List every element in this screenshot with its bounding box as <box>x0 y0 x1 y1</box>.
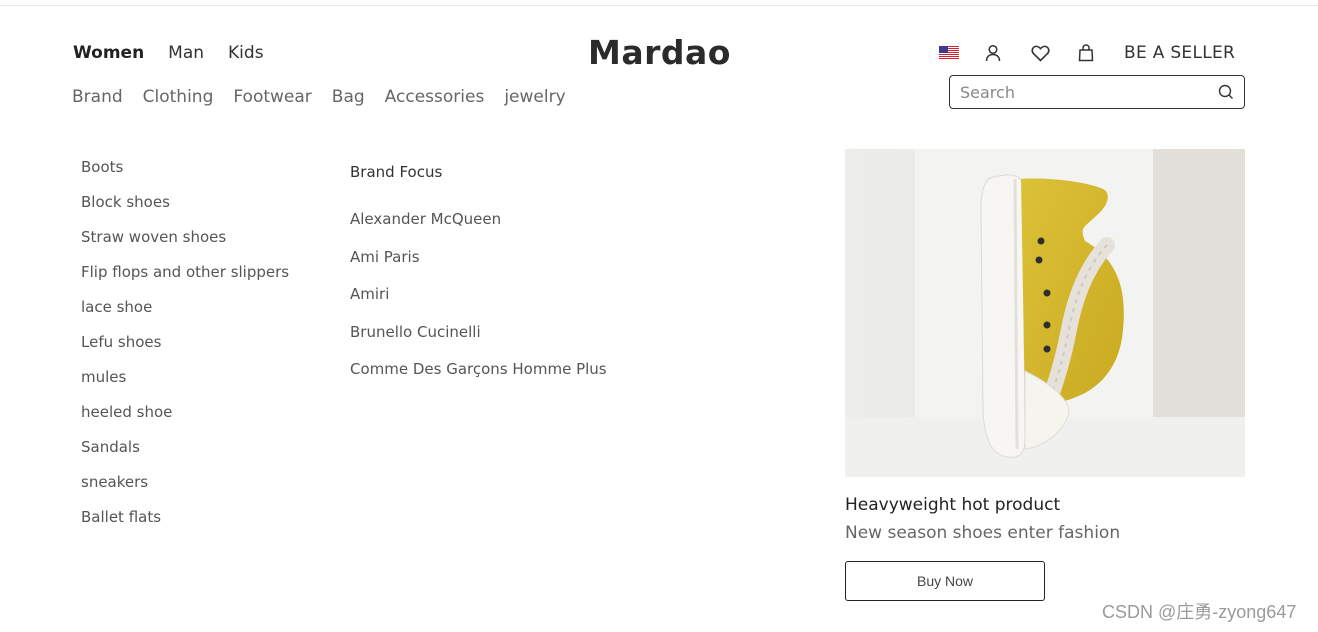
heart-icon[interactable] <box>1030 42 1050 64</box>
nav-bag[interactable]: Bag <box>332 86 365 108</box>
list-item-ballet-flats[interactable]: Ballet flats <box>81 506 289 541</box>
us-flag-icon[interactable] <box>939 46 959 59</box>
list-item-mules[interactable]: mules <box>81 366 289 401</box>
footwear-type-list: Boots Block shoes Straw woven shoes Flip… <box>81 156 289 541</box>
search-icon[interactable] <box>1218 84 1234 100</box>
brand-item-ami-paris[interactable]: Ami Paris <box>350 246 607 284</box>
search-input[interactable] <box>960 80 1210 104</box>
brand-item-alexander-mcqueen[interactable]: Alexander McQueen <box>350 208 607 246</box>
gender-nav: Women Man Kids <box>73 42 264 64</box>
list-item-flip-flops[interactable]: Flip flops and other slippers <box>81 261 289 296</box>
nav-jewelry[interactable]: jewelry <box>504 86 565 108</box>
promo-title: Heavyweight hot product <box>845 495 1061 515</box>
tab-kids[interactable]: Kids <box>228 42 264 64</box>
search-box <box>949 75 1245 109</box>
list-item-heeled-shoe[interactable]: heeled shoe <box>81 401 289 436</box>
nav-accessories[interactable]: Accessories <box>385 86 485 108</box>
nav-brand[interactable]: Brand <box>72 86 123 108</box>
list-item-straw-woven-shoes[interactable]: Straw woven shoes <box>81 226 289 261</box>
brand-focus-heading: Brand Focus <box>350 163 443 181</box>
nav-clothing[interactable]: Clothing <box>143 86 214 108</box>
be-a-seller-link[interactable]: BE A SELLER <box>1124 42 1235 64</box>
brand-focus-list: Brand Focus Alexander McQueen Ami Paris … <box>350 161 607 396</box>
promo-subtitle: New season shoes enter fashion <box>845 523 1121 543</box>
list-item-sneakers[interactable]: sneakers <box>81 471 289 506</box>
list-item-block-shoes[interactable]: Block shoes <box>81 191 289 226</box>
promo-image[interactable] <box>845 149 1245 477</box>
list-item-sandals[interactable]: Sandals <box>81 436 289 471</box>
top-divider <box>0 5 1318 6</box>
watermark: CSDN @庄勇-zyong647 <box>1102 602 1297 622</box>
brand-item-brunello-cucinelli[interactable]: Brunello Cucinelli <box>350 321 607 359</box>
buy-now-button[interactable]: Buy Now <box>845 561 1045 601</box>
nav-footwear[interactable]: Footwear <box>233 86 311 108</box>
shopping-bag-icon[interactable] <box>1076 42 1096 64</box>
tab-man[interactable]: Man <box>168 42 204 64</box>
list-item-boots[interactable]: Boots <box>81 156 289 191</box>
brand-item-comme-des-garcons[interactable]: Comme Des Garçons Homme Plus <box>350 358 607 396</box>
category-nav: Brand Clothing Footwear Bag Accessories … <box>72 86 566 108</box>
tab-women[interactable]: Women <box>73 42 144 64</box>
user-icon[interactable] <box>983 42 1003 64</box>
brand-item-amiri[interactable]: Amiri <box>350 283 607 321</box>
list-item-lefu-shoes[interactable]: Lefu shoes <box>81 331 289 366</box>
site-logo[interactable]: Mardao <box>588 33 731 73</box>
list-item-lace-shoe[interactable]: lace shoe <box>81 296 289 331</box>
